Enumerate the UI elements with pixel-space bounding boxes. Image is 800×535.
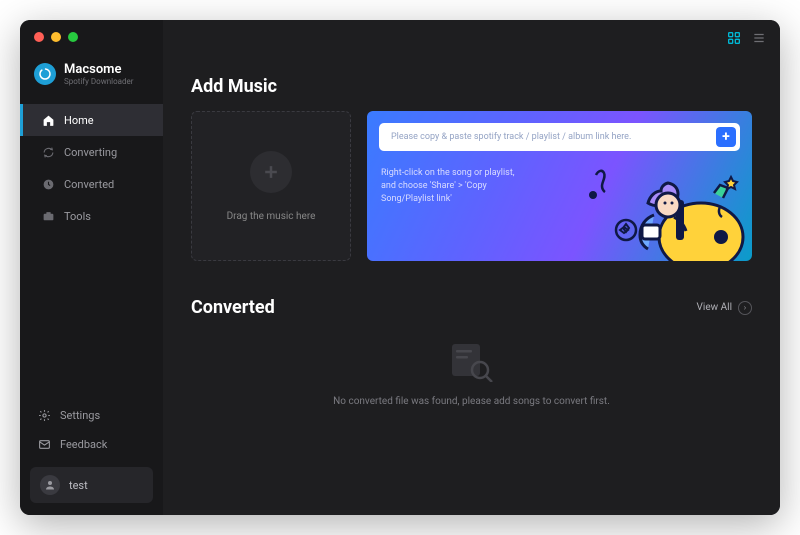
minimize-window-button[interactable] — [51, 32, 61, 42]
paste-link-input[interactable]: Please copy & paste spotify track / play… — [379, 123, 740, 151]
grid-view-button[interactable] — [726, 30, 742, 46]
brand-name: Macsome — [64, 62, 133, 77]
sidebar-item-feedback[interactable]: Feedback — [20, 430, 163, 459]
add-music-heading: Add Music — [191, 76, 752, 97]
sidebar-item-converted[interactable]: Converted — [20, 168, 163, 200]
maximize-window-button[interactable] — [68, 32, 78, 42]
sidebar-item-settings[interactable]: Settings — [20, 401, 163, 430]
sidebar-item-label: Home — [64, 114, 94, 127]
sidebar-item-label: Tools — [64, 210, 91, 223]
brand-subtitle: Spotify Downloader — [64, 77, 133, 86]
promo-card: Please copy & paste spotify track / play… — [367, 111, 752, 261]
empty-message: No converted file was found, please add … — [333, 396, 610, 407]
window-controls — [20, 20, 163, 48]
converted-heading: Converted — [191, 297, 275, 318]
sidebar-item-label: Converting — [64, 146, 117, 159]
chevron-right-icon: › — [738, 301, 752, 315]
user-chip[interactable]: test — [30, 467, 153, 503]
drop-zone[interactable]: Drag the music here — [191, 111, 351, 261]
sidebar-item-label: Converted — [64, 178, 114, 191]
share-tip: Right-click on the song or playlist, and… — [381, 167, 531, 206]
empty-file-icon — [446, 340, 498, 382]
tools-icon — [41, 209, 55, 223]
converted-section-header: Converted View All › — [191, 297, 752, 318]
menu-icon[interactable] — [752, 31, 766, 45]
sidebar-item-label: Settings — [60, 409, 100, 422]
drop-zone-label: Drag the music here — [227, 211, 316, 222]
sidebar: Macsome Spotify Downloader Home Converti… — [20, 20, 163, 515]
gear-icon — [38, 409, 51, 422]
empty-state: No converted file was found, please add … — [191, 340, 752, 407]
user-name: test — [69, 479, 88, 492]
paste-placeholder: Please copy & paste spotify track / play… — [391, 132, 716, 142]
plus-icon — [250, 151, 292, 193]
sidebar-footer: Settings Feedback test — [20, 401, 163, 515]
logo: Macsome Spotify Downloader — [20, 48, 163, 104]
logo-icon — [34, 63, 56, 85]
view-all-button[interactable]: View All › — [697, 301, 752, 315]
sidebar-item-tools[interactable]: Tools — [20, 200, 163, 232]
converting-icon — [41, 145, 55, 159]
view-all-label: View All — [697, 302, 732, 313]
sidebar-item-label: Feedback — [60, 438, 107, 451]
home-icon — [41, 113, 55, 127]
sidebar-item-converting[interactable]: Converting — [20, 136, 163, 168]
avatar-icon — [40, 475, 60, 495]
topbar-controls — [726, 30, 766, 46]
close-window-button[interactable] — [34, 32, 44, 42]
mail-icon — [38, 438, 51, 451]
main-content: Add Music Drag the music here Please cop… — [163, 20, 780, 515]
sidebar-item-home[interactable]: Home — [20, 104, 163, 136]
add-music-row: Drag the music here Please copy & paste … — [191, 111, 752, 261]
app-window: Macsome Spotify Downloader Home Converti… — [20, 20, 780, 515]
nav: Home Converting Converted Tools — [20, 104, 163, 232]
clock-icon — [41, 177, 55, 191]
illustration — [576, 155, 746, 261]
add-link-button[interactable]: + — [716, 127, 736, 147]
